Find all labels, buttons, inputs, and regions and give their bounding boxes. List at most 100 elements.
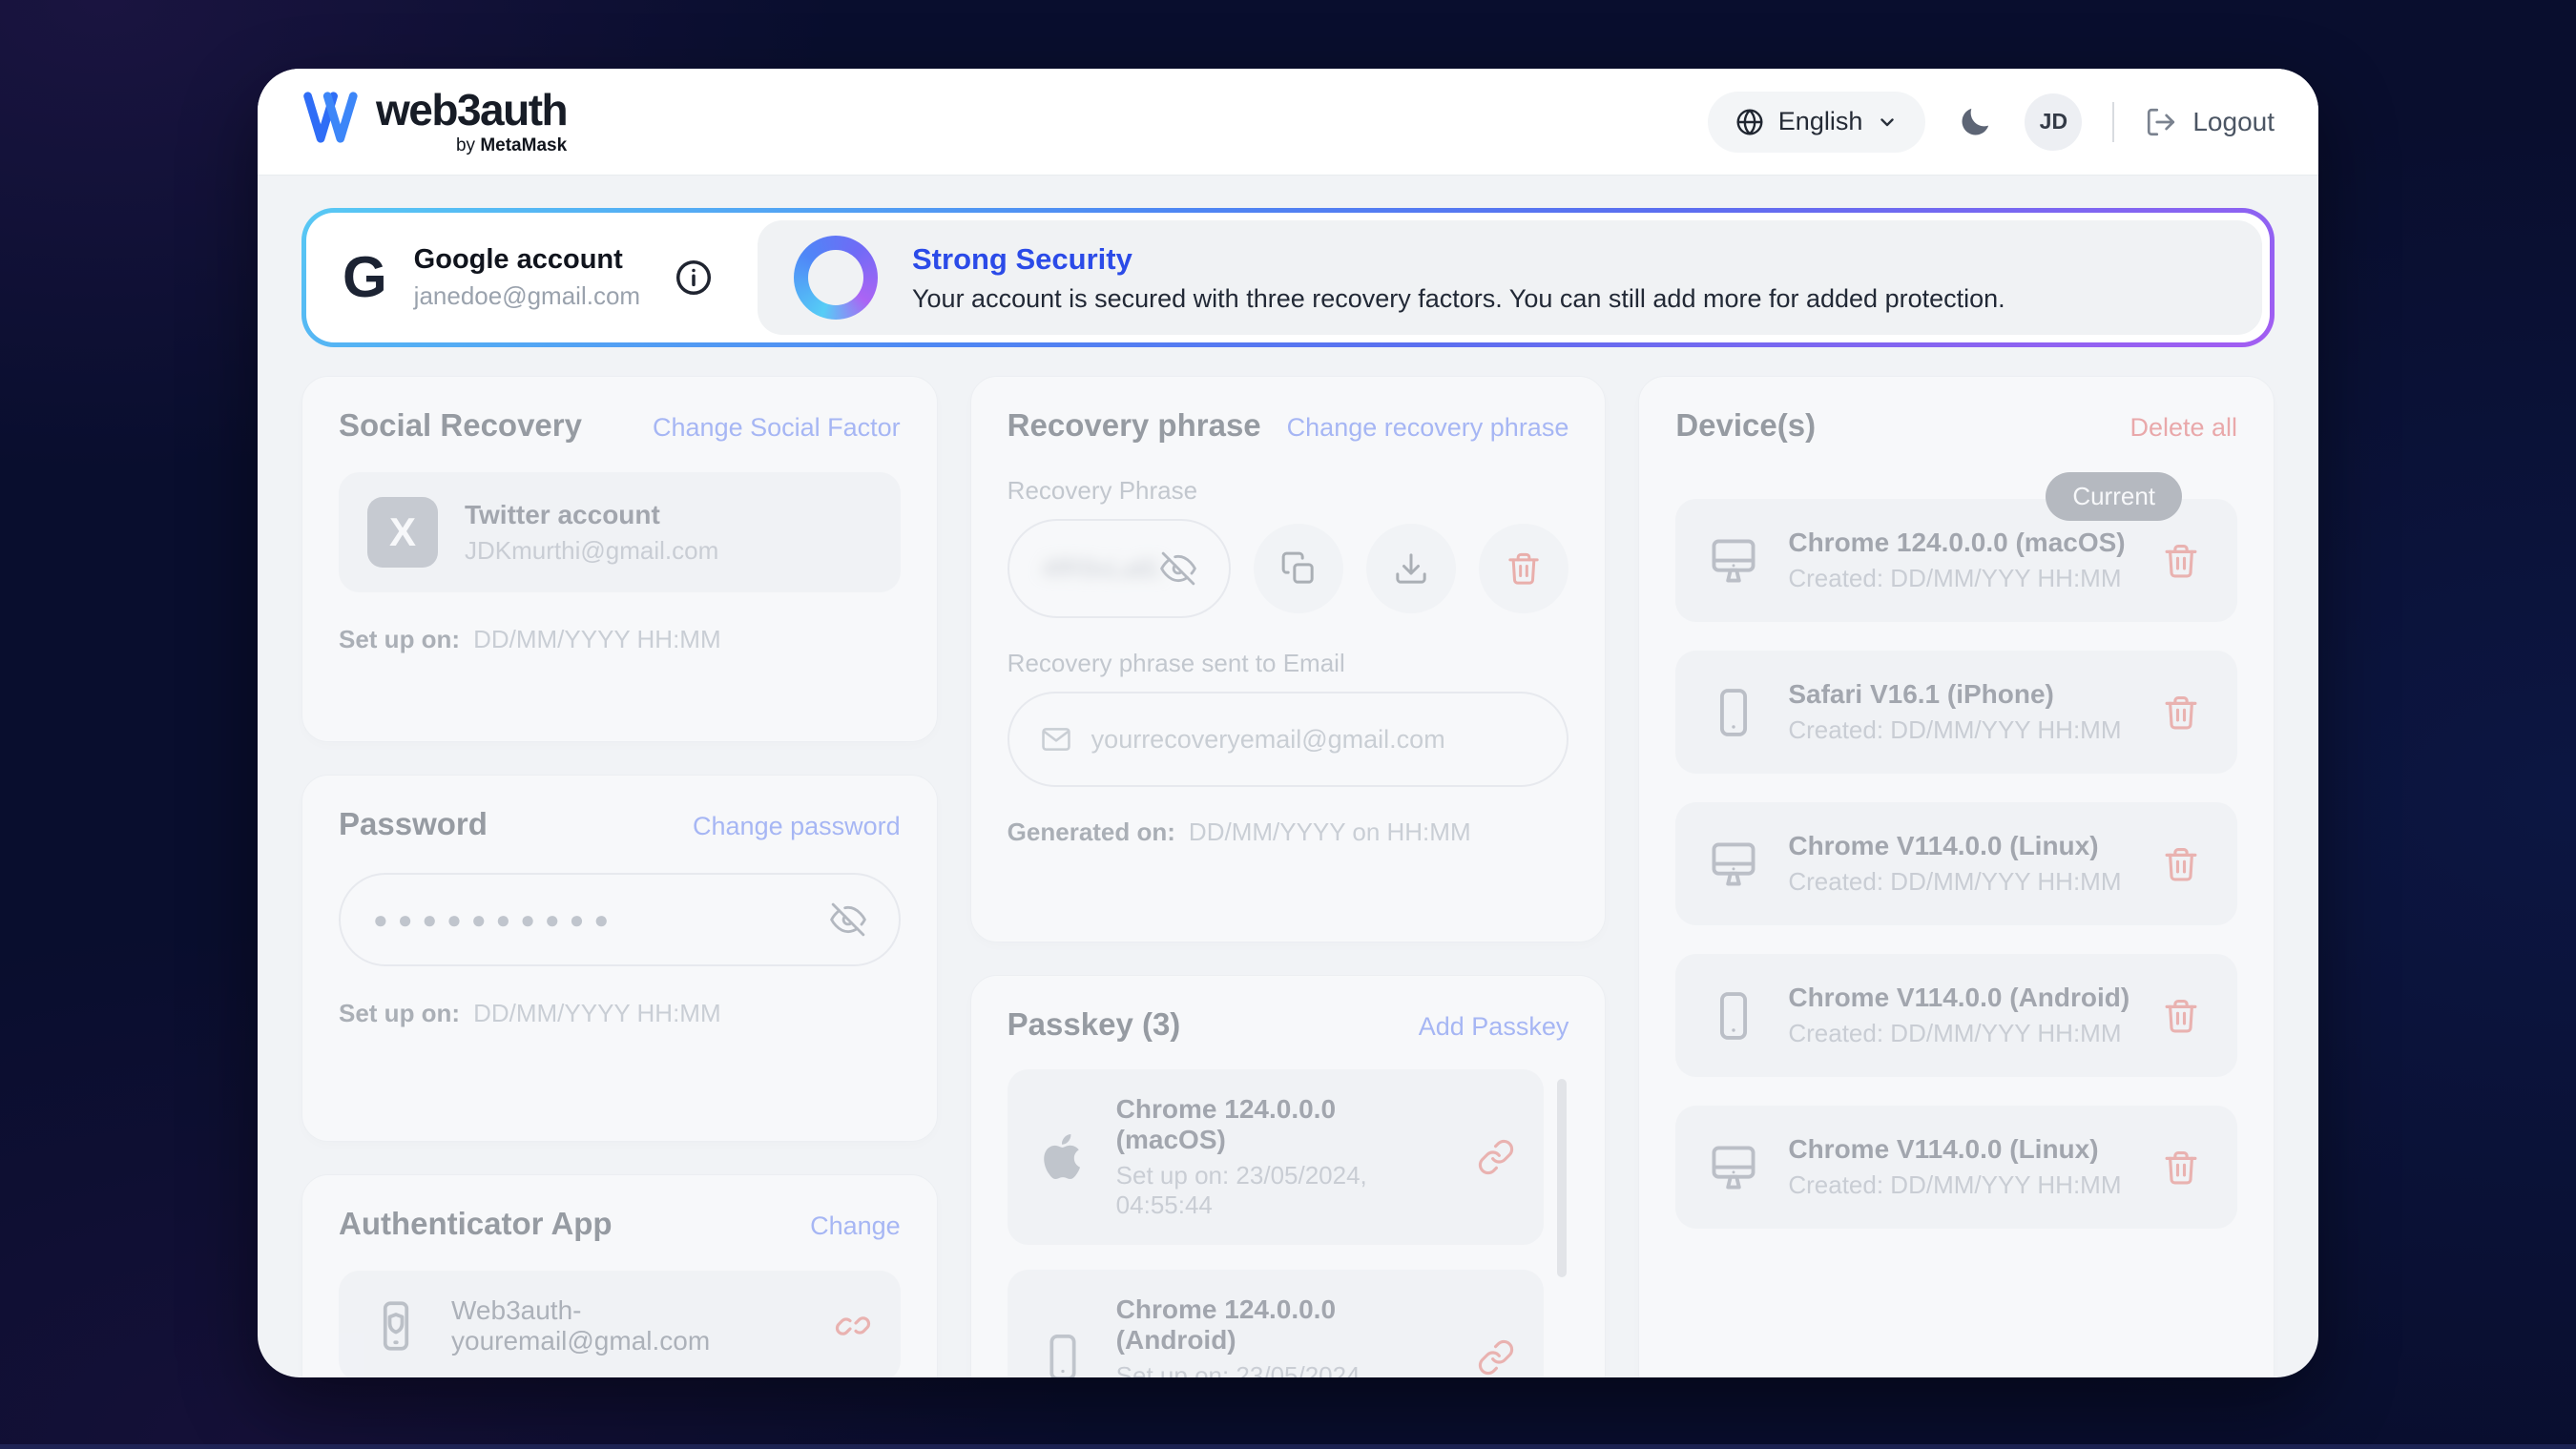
- passkey-title: Passkey (3): [1008, 1006, 1181, 1043]
- passkey-card: Passkey (3) Add Passkey Chrome 124.0.0.0…: [970, 975, 1607, 1378]
- dark-mode-toggle-moon-icon[interactable]: [1956, 103, 1994, 141]
- logout-button[interactable]: Logout: [2145, 106, 2275, 138]
- security-status-title: Strong Security: [912, 242, 2005, 277]
- cards-grid: Social Recovery Change Social Factor X T…: [301, 376, 2275, 1377]
- brand-name: web3auth: [376, 88, 567, 132]
- devices-title: Device(s): [1675, 407, 1816, 444]
- social-recovery-card: Social Recovery Change Social Factor X T…: [301, 376, 938, 742]
- change-password-link[interactable]: Change password: [693, 812, 901, 841]
- globe-icon: [1735, 107, 1765, 137]
- copy-phrase-button[interactable]: [1254, 524, 1343, 613]
- generated-value: DD/MM/YYYY on HH:MM: [1189, 818, 1471, 847]
- copy-icon: [1279, 549, 1318, 588]
- password-title: Password: [339, 806, 488, 842]
- device-name: Chrome V114.0.0 (Linux): [1788, 831, 2121, 861]
- link-icon[interactable]: [1477, 1338, 1515, 1377]
- passkey-row: Chrome 124.0.0.0 (macOS) Set up on: 23/0…: [1008, 1069, 1545, 1245]
- add-passkey-link[interactable]: Add Passkey: [1419, 1012, 1569, 1042]
- top-header: web3auth by MetaMask English JD Logout: [258, 69, 2318, 176]
- trash-icon[interactable]: [2161, 541, 2201, 581]
- social-account-email: JDKmurthi@gmail.com: [465, 536, 718, 566]
- recovery-email-value: yourrecoveryemail@gmail.com: [1091, 725, 1445, 755]
- current-device-badge: Current: [2046, 472, 2182, 521]
- unlink-icon[interactable]: [834, 1307, 872, 1345]
- phone-icon: [1706, 685, 1761, 740]
- recovery-email-label: Recovery phrase sent to Email: [1008, 649, 1569, 678]
- device-name: Chrome 124.0.0.0 (macOS): [1788, 528, 2125, 558]
- security-strength: Strong Security Your account is secured …: [758, 220, 2262, 335]
- authenticator-card: Authenticator App Change Web3auth-yourem…: [301, 1174, 938, 1377]
- chevron-down-icon: [1876, 111, 1899, 134]
- authenticator-row: Web3auth-youremail@gmal.com: [339, 1271, 901, 1377]
- generated-label: Generated on:: [1008, 818, 1175, 847]
- recovery-phrase-label: Recovery Phrase: [1008, 476, 1569, 506]
- setup-value: DD/MM/YYYY HH:MM: [473, 999, 721, 1028]
- language-selector[interactable]: English: [1708, 92, 1926, 153]
- logout-icon: [2145, 106, 2177, 138]
- delete-phrase-button[interactable]: [1479, 524, 1568, 613]
- language-label: English: [1778, 107, 1863, 136]
- passkey-detail: Set up on: 23/05/2024, 04:55:44: [1116, 1161, 1451, 1220]
- x-twitter-icon: X: [367, 497, 438, 568]
- mail-icon: [1040, 723, 1072, 756]
- change-authenticator-link[interactable]: Change: [810, 1211, 901, 1241]
- security-status-description: Your account is secured with three recov…: [912, 284, 2005, 314]
- device-name: Safari V16.1 (iPhone): [1788, 679, 2121, 710]
- connected-account: G Google account janedoe@gmail.com: [306, 213, 750, 342]
- setup-label: Set up on:: [339, 999, 460, 1028]
- recovery-phrase-field[interactable]: 4fR9xLa82Hq6Jm: [1008, 519, 1232, 618]
- toggle-password-visibility-icon[interactable]: [830, 901, 866, 938]
- link-icon[interactable]: [1477, 1138, 1515, 1176]
- authenticator-title: Authenticator App: [339, 1206, 613, 1242]
- web3auth-logo-icon: [301, 92, 363, 143]
- device-created: Created: DD/MM/YYY HH:MM: [1788, 1019, 2129, 1048]
- password-field[interactable]: ●●●●●●●●●●: [339, 873, 901, 966]
- phone-icon: [1706, 988, 1761, 1044]
- phone-icon: [1036, 1331, 1090, 1378]
- change-recovery-phrase-link[interactable]: Change recovery phrase: [1287, 413, 1569, 443]
- trash-icon: [1505, 549, 1543, 588]
- google-g-icon: G: [343, 249, 387, 306]
- trash-icon[interactable]: [2161, 1148, 2201, 1188]
- social-recovery-title: Social Recovery: [339, 407, 582, 444]
- scrollbar-thumb[interactable]: [1557, 1079, 1567, 1277]
- device-list: Chrome 124.0.0.0 (macOS) Created: DD/MM/…: [1675, 499, 2237, 1229]
- brand-byline: by MetaMask: [456, 135, 567, 156]
- device-row: Chrome V114.0.0 (Linux) Created: DD/MM/Y…: [1675, 802, 2237, 925]
- authenticator-email: Web3auth-youremail@gmal.com: [451, 1295, 807, 1356]
- delete-all-link[interactable]: Delete all: [2129, 413, 2237, 443]
- security-ring-icon: [794, 236, 878, 320]
- twitter-account-row: X Twitter account JDKmurthi@gmail.com: [339, 472, 901, 592]
- logout-label: Logout: [2192, 107, 2275, 137]
- avatar[interactable]: JD: [2025, 93, 2082, 151]
- passkey-detail: Set up on: 23/05/2024, 04:55:44: [1116, 1361, 1451, 1378]
- device-created: Created: DD/MM/YYY HH:MM: [1788, 564, 2125, 593]
- social-account-name: Twitter account: [465, 500, 718, 530]
- device-name: Chrome V114.0.0 (Linux): [1788, 1134, 2121, 1165]
- desktop-icon: [1706, 837, 1761, 892]
- account-provider-title: Google account: [414, 244, 640, 276]
- recovery-phrase-obscured: 4fR9xLa82Hq6Jm: [1042, 554, 1161, 584]
- download-phrase-button[interactable]: [1366, 524, 1456, 613]
- device-name: Chrome V114.0.0 (Android): [1788, 983, 2129, 1013]
- device-row: Safari V16.1 (iPhone) Created: DD/MM/YYY…: [1675, 651, 2237, 774]
- desktop-icon: [1706, 1140, 1761, 1195]
- device-created: Created: DD/MM/YYY HH:MM: [1788, 715, 2121, 745]
- download-icon: [1392, 549, 1430, 588]
- password-mask: ●●●●●●●●●●: [373, 905, 618, 935]
- recovery-email-field[interactable]: yourrecoveryemail@gmail.com: [1008, 692, 1569, 787]
- toggle-phrase-visibility-icon[interactable]: [1160, 550, 1196, 587]
- device-created: Created: DD/MM/YYY HH:MM: [1788, 867, 2121, 897]
- recovery-phrase-card: Recovery phrase Change recovery phrase R…: [970, 376, 1607, 942]
- passkey-row: Chrome 124.0.0.0 (Android) Set up on: 23…: [1008, 1270, 1545, 1378]
- trash-icon[interactable]: [2161, 996, 2201, 1036]
- devices-card: Device(s) Delete all Chrome 124.0.0.0 (m…: [1638, 376, 2275, 1377]
- info-icon[interactable]: [674, 258, 714, 298]
- authenticator-phone-shield-icon: [367, 1297, 425, 1355]
- change-social-factor-link[interactable]: Change Social Factor: [653, 413, 901, 443]
- trash-icon[interactable]: [2161, 693, 2201, 733]
- account-email: janedoe@gmail.com: [414, 281, 640, 311]
- apple-icon: [1036, 1130, 1090, 1184]
- brand-logo: web3auth by MetaMask: [301, 88, 567, 156]
- trash-icon[interactable]: [2161, 844, 2201, 884]
